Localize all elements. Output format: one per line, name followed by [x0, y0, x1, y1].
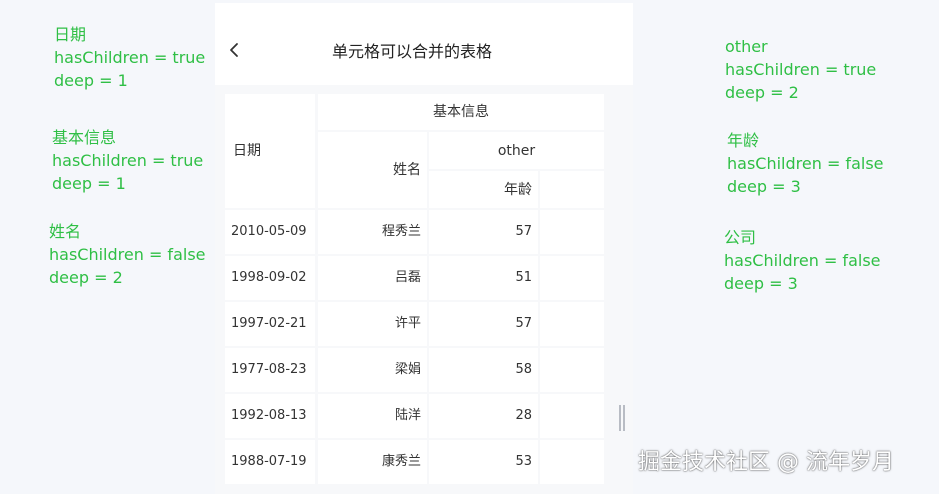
cell-company [540, 256, 604, 300]
cell-name: 吕磊 [318, 256, 427, 300]
navbar: 单元格可以合并的表格 [215, 3, 633, 85]
header-age-label: 年龄 [504, 181, 532, 198]
header-other: other [429, 132, 604, 169]
annotation-date: 日期 hasChildren = true deep = 1 [54, 23, 205, 92]
annotation-title: 姓名 [49, 222, 82, 241]
annotation-deep: deep = 2 [725, 83, 799, 102]
cell-company [540, 210, 604, 254]
resize-handle[interactable] [619, 405, 625, 431]
header-age: 年龄 [429, 171, 538, 208]
chevron-left-icon[interactable] [227, 39, 241, 61]
cell-date: 1992-08-13 [225, 394, 315, 438]
cell-age-text: 58 [515, 362, 532, 377]
cell-date-text: 1997-02-21 [231, 316, 307, 331]
watermark: 掘金技术社区 @ 流年岁月 [638, 450, 894, 475]
cell-date-text: 1988-07-19 [231, 454, 307, 469]
cell-age: 28 [429, 394, 538, 438]
annotation-title: 年龄 [727, 131, 760, 150]
cell-company [540, 348, 604, 392]
header-date-label: 日期 [233, 143, 261, 159]
annotation-has-children: hasChildren = false [49, 245, 206, 264]
cell-name: 梁娟 [318, 348, 427, 392]
phone-frame: 单元格可以合并的表格 日期 基本信息 姓名 other 年龄 2010-05-0… [215, 3, 633, 494]
cell-name-text: 许平 [394, 316, 421, 331]
cell-date-text: 1992-08-13 [231, 408, 307, 423]
cell-date: 1997-02-21 [225, 302, 315, 346]
annotation-deep: deep = 3 [724, 274, 798, 293]
cell-company [540, 440, 604, 484]
annotation-title: 公司 [724, 228, 757, 247]
cell-name-text: 程秀兰 [381, 224, 421, 239]
header-name: 姓名 [318, 132, 427, 208]
cell-name: 康秀兰 [318, 440, 427, 484]
cell-name-text: 吕磊 [394, 270, 421, 285]
cell-age-text: 57 [515, 316, 532, 331]
cell-date-text: 1998-09-02 [231, 270, 307, 285]
cell-age-text: 51 [515, 270, 532, 285]
cell-name: 陆洋 [318, 394, 427, 438]
cell-company [540, 394, 604, 438]
annotation-age: 年龄 hasChildren = false deep = 3 [727, 129, 884, 198]
cell-age: 58 [429, 348, 538, 392]
cell-date: 1977-08-23 [225, 348, 315, 392]
cell-name-text: 康秀兰 [381, 454, 421, 469]
page-title: 单元格可以合并的表格 [332, 42, 493, 61]
header-basic-info-label: 基本信息 [433, 104, 489, 120]
cell-company [540, 302, 604, 346]
annotation-name: 姓名 hasChildren = false deep = 2 [49, 220, 206, 289]
cell-date: 2010-05-09 [225, 210, 315, 254]
cell-age: 57 [429, 210, 538, 254]
header-name-label: 姓名 [393, 162, 421, 178]
annotation-deep: deep = 3 [727, 177, 801, 196]
annotation-basic-info: 基本信息 hasChildren = true deep = 1 [52, 126, 203, 195]
cell-age-text: 57 [515, 224, 532, 239]
annotation-other: other hasChildren = true deep = 2 [725, 35, 876, 104]
annotation-deep: deep = 2 [49, 268, 123, 287]
cell-age: 53 [429, 440, 538, 484]
annotation-title: other [725, 37, 768, 56]
cell-date-text: 2010-05-09 [231, 224, 307, 239]
cell-age: 57 [429, 302, 538, 346]
cell-age: 51 [429, 256, 538, 300]
cell-date: 1988-07-19 [225, 440, 315, 484]
cell-date: 1998-09-02 [225, 256, 315, 300]
cell-age-text: 53 [515, 454, 532, 469]
annotation-deep: deep = 1 [54, 71, 128, 90]
annotation-has-children: hasChildren = false [727, 154, 884, 173]
annotation-has-children: hasChildren = true [54, 48, 206, 67]
header-date: 日期 [225, 94, 315, 208]
header-company [540, 171, 604, 208]
annotation-has-children: hasChildren = false [724, 251, 881, 270]
annotation-company: 公司 hasChildren = false deep = 3 [724, 226, 881, 295]
merged-table: 日期 基本信息 姓名 other 年龄 2010-05-09 程秀兰 57 1998-… [215, 85, 633, 494]
annotation-title: 基本信息 [52, 128, 117, 147]
annotation-has-children: hasChildren = true [725, 60, 877, 79]
cell-name: 程秀兰 [318, 210, 427, 254]
cell-age-text: 28 [515, 408, 532, 423]
cell-name-text: 陆洋 [394, 408, 421, 423]
cell-date-text: 1977-08-23 [231, 362, 307, 377]
annotation-title: 日期 [54, 25, 87, 44]
cell-name-text: 梁娟 [394, 362, 421, 377]
annotation-deep: deep = 1 [52, 174, 126, 193]
cell-name: 许平 [318, 302, 427, 346]
header-other-label: other [497, 142, 536, 159]
header-basic-info: 基本信息 [318, 94, 604, 130]
annotation-has-children: hasChildren = true [52, 151, 204, 170]
